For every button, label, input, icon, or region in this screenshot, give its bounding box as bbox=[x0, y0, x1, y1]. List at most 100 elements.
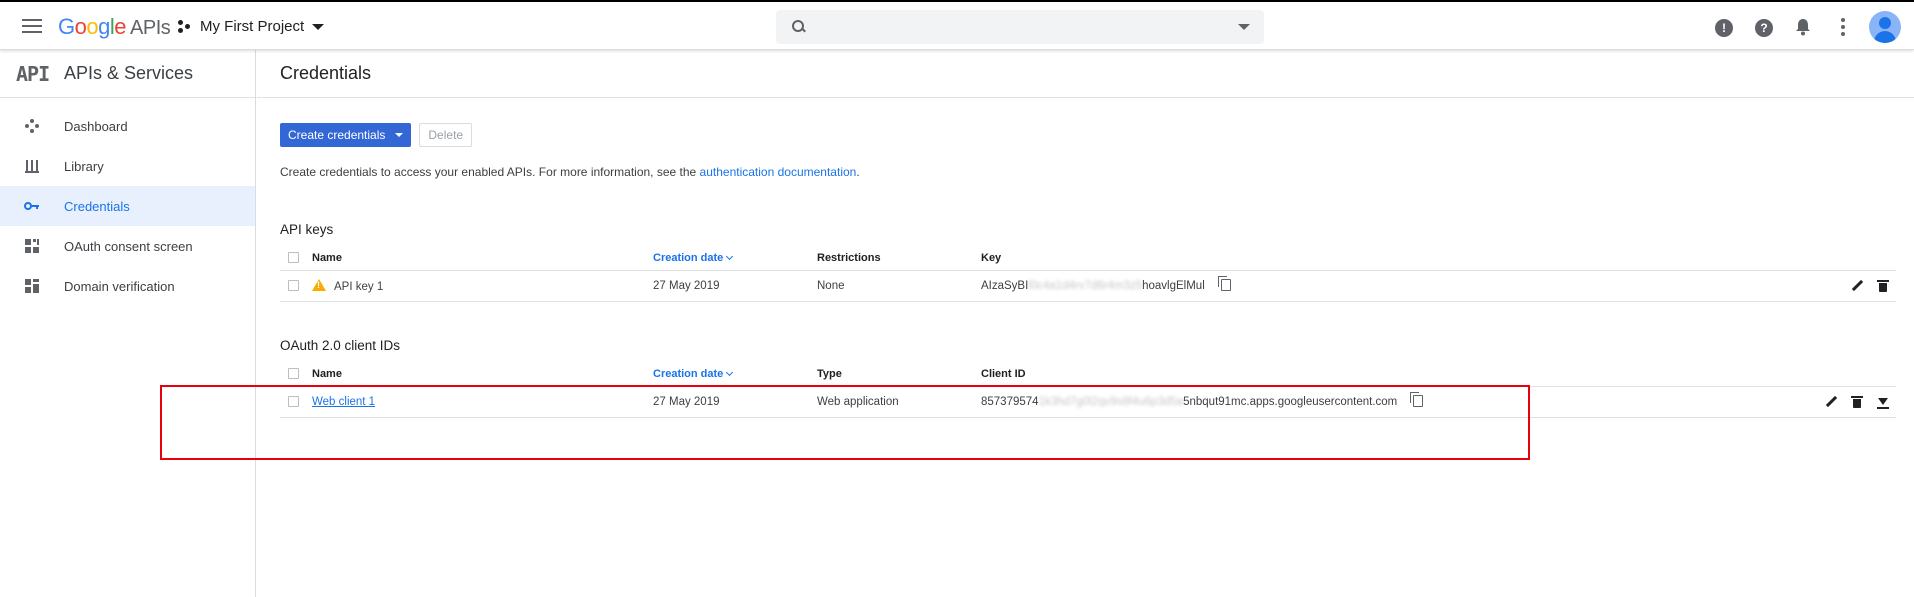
help-icon[interactable]: ? bbox=[1755, 19, 1773, 37]
project-icon bbox=[178, 19, 192, 34]
sidebar-item-credentials[interactable]: Credentials bbox=[0, 186, 255, 226]
search-dropdown-icon[interactable] bbox=[1238, 24, 1250, 30]
logo-apis: APIs bbox=[130, 17, 171, 39]
sidebar-title: APIs & Services bbox=[64, 63, 194, 83]
column-header-creation-date[interactable]: Creation date bbox=[653, 362, 817, 387]
toolbar: Create credentials Delete bbox=[280, 123, 473, 147]
api-key-value-redacted: l0c4a1d4rv7d6r4m3z5 bbox=[1028, 280, 1143, 292]
warning-icon bbox=[312, 278, 326, 291]
api-logo-icon: API bbox=[16, 61, 50, 86]
project-name: My First Project bbox=[200, 18, 305, 35]
sidebar-item-domain-verification[interactable]: Domain verification bbox=[0, 266, 255, 306]
table-header-row: Name Creation date Type Client ID bbox=[280, 362, 1896, 387]
sidebar-item-label: OAuth consent screen bbox=[64, 238, 193, 254]
sidebar-item-label: Dashboard bbox=[64, 118, 128, 134]
column-header-creation-date[interactable]: Creation date bbox=[653, 246, 817, 271]
avatar[interactable] bbox=[1869, 11, 1901, 43]
top-bar: Google APIs My First Project ! ? bbox=[0, 0, 1914, 50]
api-key-date: 27 May 2019 bbox=[653, 270, 817, 302]
client-id-end: 5nbqut91mc.apps.googleusercontent.com bbox=[1183, 396, 1398, 408]
row-actions bbox=[1816, 270, 1896, 302]
consent-icon bbox=[24, 238, 40, 254]
intro-text-body: Create credentials to access your enable… bbox=[280, 165, 700, 179]
sidebar-nav: Dashboard Library Credentials OAuth cons… bbox=[0, 106, 255, 306]
column-header-type[interactable]: Type bbox=[817, 362, 981, 387]
edit-icon[interactable] bbox=[1824, 395, 1838, 409]
select-all-cell bbox=[280, 362, 312, 387]
column-header-creation-date-label: Creation date bbox=[653, 367, 724, 380]
sort-arrow-icon bbox=[726, 252, 734, 260]
sidebar-item-label: Domain verification bbox=[64, 278, 175, 294]
oauth-client-ids-table: Name Creation date Type Client ID Web cl… bbox=[280, 362, 1896, 418]
row-checkbox[interactable] bbox=[288, 279, 299, 291]
api-keys-table: Name Creation date Restrictions Key API … bbox=[280, 246, 1896, 302]
api-key-value-cell: AIzaSyBIl0c4a1d4rv7d6r4m3z5hoavlgElMul bbox=[981, 270, 1816, 302]
chevron-down-icon bbox=[312, 23, 325, 30]
authentication-documentation-link[interactable]: authentication documentation bbox=[700, 165, 857, 179]
column-header-client-id[interactable]: Client ID bbox=[981, 362, 1796, 387]
intro-text-end: . bbox=[856, 165, 860, 179]
page-header: Credentials bbox=[257, 50, 1914, 98]
client-id-cell: 8573795741k3hd7g0l2qv9s8f4u6p3d5a5nbqut9… bbox=[981, 386, 1796, 418]
column-header-key[interactable]: Key bbox=[981, 246, 1816, 271]
select-all-checkbox[interactable] bbox=[288, 368, 299, 380]
copy-icon[interactable] bbox=[1217, 276, 1231, 291]
create-credentials-button[interactable]: Create credentials bbox=[280, 123, 412, 147]
api-key-name-cell: API key 1 bbox=[312, 270, 653, 302]
feedback-icon[interactable]: ! bbox=[1715, 19, 1733, 37]
client-date: 27 May 2019 bbox=[653, 386, 817, 418]
copy-icon[interactable] bbox=[1410, 392, 1424, 407]
api-key-restrictions: None bbox=[817, 270, 981, 302]
column-header-restrictions[interactable]: Restrictions bbox=[817, 246, 981, 271]
key-icon bbox=[24, 198, 40, 214]
column-header-name[interactable]: Name bbox=[312, 246, 653, 271]
row-select-cell bbox=[280, 270, 312, 302]
chevron-down-icon bbox=[395, 133, 404, 137]
client-id-redacted: 1k3hd7g0l2qv9s8f4u6p3d5a bbox=[1038, 396, 1184, 408]
search-icon bbox=[792, 20, 806, 34]
sidebar: API APIs & Services Dashboard Library Cr… bbox=[0, 50, 256, 597]
search-input[interactable] bbox=[806, 10, 1238, 44]
sidebar-item-label: Library bbox=[64, 158, 104, 174]
table-row: API key 1 27 May 2019 None AIzaSyBIl0c4a… bbox=[280, 270, 1896, 302]
delete-button[interactable]: Delete bbox=[419, 123, 473, 147]
search-bar[interactable] bbox=[776, 10, 1264, 44]
edit-icon[interactable] bbox=[1850, 279, 1864, 293]
select-all-checkbox[interactable] bbox=[288, 252, 299, 264]
web-client-link[interactable]: Web client 1 bbox=[312, 396, 375, 408]
client-id-start: 857379574 bbox=[981, 396, 1039, 408]
sidebar-header: API APIs & Services bbox=[0, 50, 255, 98]
download-icon[interactable] bbox=[1876, 395, 1890, 409]
create-credentials-label: Create credentials bbox=[288, 128, 386, 142]
table-header-row: Name Creation date Restrictions Key bbox=[280, 246, 1896, 271]
delete-icon[interactable] bbox=[1850, 395, 1864, 409]
sidebar-item-oauth-consent[interactable]: OAuth consent screen bbox=[0, 226, 255, 266]
column-header-actions bbox=[1796, 362, 1896, 387]
intro-text: Create credentials to access your enable… bbox=[280, 165, 860, 179]
more-options-icon[interactable] bbox=[1841, 18, 1845, 36]
client-name-cell: Web client 1 bbox=[312, 386, 653, 418]
row-actions bbox=[1796, 386, 1896, 418]
api-key-value-start: AIzaSyBI bbox=[981, 280, 1029, 292]
select-all-cell bbox=[280, 246, 312, 271]
project-selector[interactable]: My First Project bbox=[178, 18, 325, 35]
google-apis-logo[interactable]: Google APIs bbox=[58, 14, 171, 40]
sidebar-item-dashboard[interactable]: Dashboard bbox=[0, 106, 255, 146]
delete-icon[interactable] bbox=[1876, 279, 1890, 293]
column-header-name[interactable]: Name bbox=[312, 362, 653, 387]
logo-google: Google bbox=[58, 14, 127, 39]
sidebar-item-library[interactable]: Library bbox=[0, 146, 255, 186]
column-header-creation-date-label: Creation date bbox=[653, 251, 724, 264]
column-header-actions bbox=[1816, 246, 1896, 271]
domain-icon bbox=[24, 278, 40, 294]
api-key-value-end: hoavlgElMul bbox=[1142, 280, 1205, 292]
library-icon bbox=[24, 158, 40, 174]
page-title: Credentials bbox=[280, 63, 372, 83]
dashboard-icon bbox=[24, 118, 40, 134]
notifications-icon[interactable] bbox=[1795, 18, 1811, 36]
menu-icon[interactable] bbox=[22, 19, 42, 33]
api-key-name[interactable]: API key 1 bbox=[334, 281, 383, 293]
row-checkbox[interactable] bbox=[288, 395, 299, 407]
api-keys-title: API keys bbox=[280, 222, 334, 237]
sort-arrow-icon bbox=[726, 368, 734, 376]
